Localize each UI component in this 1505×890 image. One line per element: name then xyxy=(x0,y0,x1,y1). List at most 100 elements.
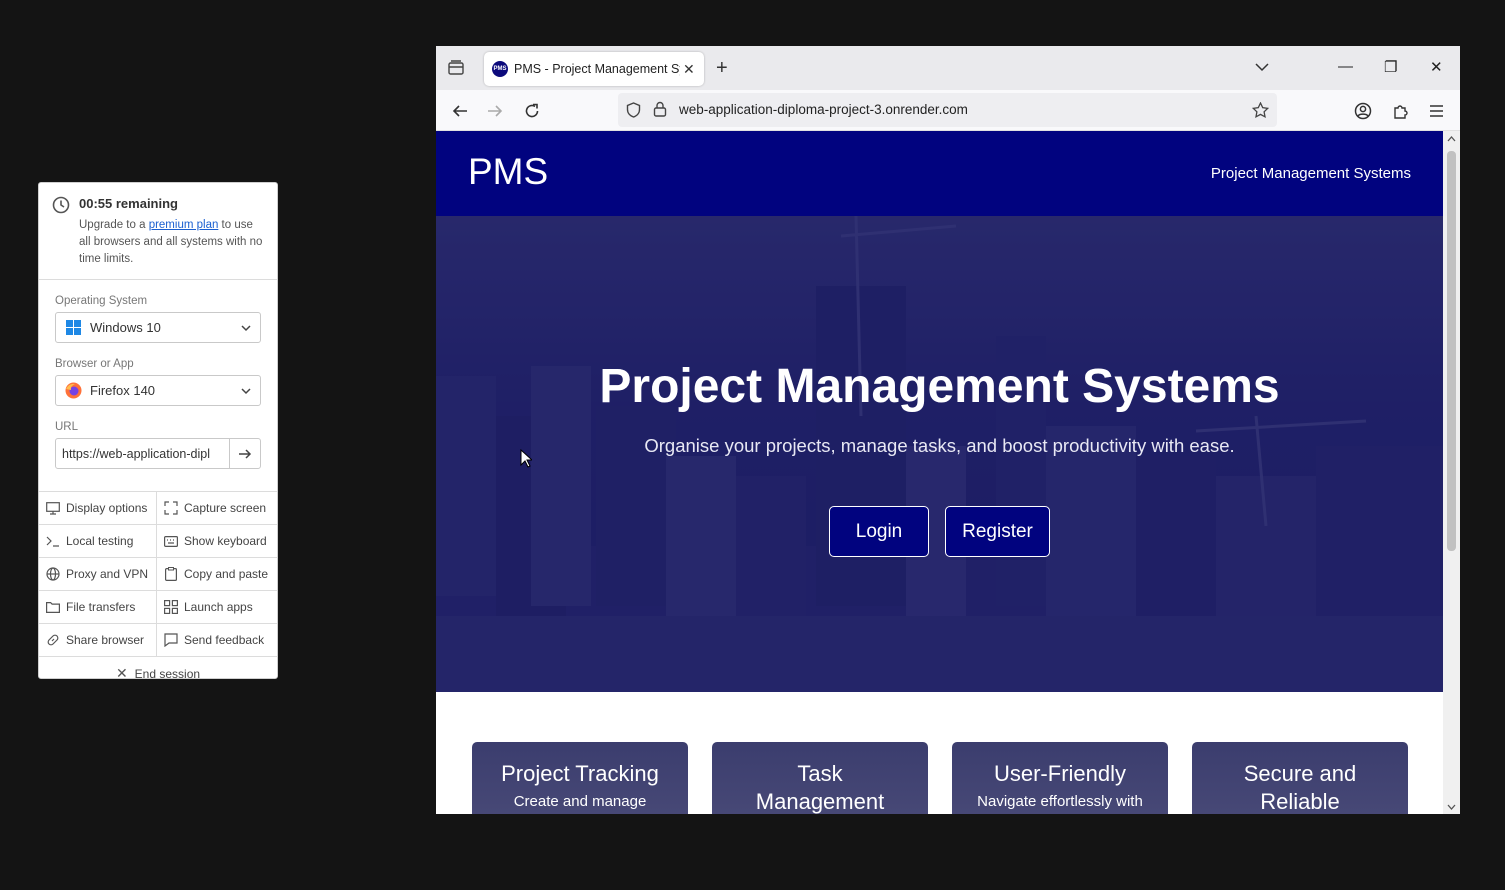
end-session-button[interactable]: ✕ End session xyxy=(39,657,277,679)
hero-title: Project Management Systems xyxy=(599,360,1280,413)
arrow-right-icon xyxy=(488,105,503,117)
send-feedback-button[interactable]: Send feedback xyxy=(157,624,277,657)
register-button[interactable]: Register xyxy=(945,506,1050,557)
scroll-up-icon[interactable] xyxy=(1447,135,1456,142)
restore-button[interactable]: ❐ xyxy=(1384,58,1397,76)
windows-icon xyxy=(65,319,82,336)
session-settings: Operating System Windows 10 Browser or A… xyxy=(39,280,277,492)
launch-apps-button[interactable]: Launch apps xyxy=(157,591,277,624)
site-brand[interactable]: PMS xyxy=(468,151,548,193)
terminal-icon xyxy=(45,534,60,549)
link-icon xyxy=(45,633,60,648)
feature-title: Task Management xyxy=(755,761,885,814)
end-session-label: End session xyxy=(134,666,201,679)
scroll-down-icon[interactable] xyxy=(1447,804,1456,811)
folder-icon xyxy=(45,600,60,615)
display-options-button[interactable]: Display options xyxy=(39,492,157,525)
chat-bubble-icon xyxy=(163,633,178,648)
account-button[interactable] xyxy=(1354,102,1372,120)
keyboard-icon xyxy=(163,534,178,549)
url-input[interactable]: https://web-application-dipl xyxy=(56,447,229,461)
account-icon xyxy=(1354,102,1372,120)
chevron-down-icon xyxy=(241,325,251,332)
upgrade-text-pre: Upgrade to a xyxy=(79,219,149,231)
feature-title: Secure and Reliable xyxy=(1243,761,1357,814)
share-browser-button[interactable]: Share browser xyxy=(39,624,157,657)
back-button[interactable] xyxy=(451,102,469,120)
proxy-vpn-button[interactable]: Proxy and VPN xyxy=(39,558,157,591)
action-label: Send feedback xyxy=(184,633,265,647)
local-testing-button[interactable]: Local testing xyxy=(39,525,157,558)
arrow-left-icon xyxy=(452,105,467,117)
chevron-down-icon xyxy=(241,388,251,395)
reload-button[interactable] xyxy=(523,102,541,120)
address-bar[interactable]: web-application-diploma-project-3.onrend… xyxy=(618,93,1277,127)
os-label: Operating System xyxy=(55,295,148,307)
shield-icon[interactable] xyxy=(626,102,641,118)
nav-bar: web-application-diploma-project-3.onrend… xyxy=(436,90,1460,131)
mouse-cursor-icon xyxy=(520,449,532,468)
capture-screen-button[interactable]: Capture screen xyxy=(157,492,277,525)
list-all-tabs-icon[interactable] xyxy=(1255,60,1269,74)
feature-card: User-Friendly Navigate effortlessly with xyxy=(952,742,1168,814)
star-bookmark-icon[interactable] xyxy=(1252,102,1269,119)
os-select[interactable]: Windows 10 xyxy=(55,312,261,343)
os-value: Windows 10 xyxy=(90,320,161,335)
feature-desc: Navigate effortlessly with xyxy=(977,793,1143,810)
new-tab-button[interactable]: + xyxy=(716,57,728,80)
file-transfers-button[interactable]: File transfers xyxy=(39,591,157,624)
feature-title: Project Tracking xyxy=(501,761,659,786)
premium-plan-link[interactable]: premium plan xyxy=(149,219,219,231)
feature-card: Secure and Reliable xyxy=(1192,742,1408,814)
login-button[interactable]: Login xyxy=(829,506,929,557)
tab-list-icon[interactable] xyxy=(447,59,465,77)
action-label: Display options xyxy=(66,501,148,515)
minimize-button[interactable]: — xyxy=(1338,58,1353,75)
pms-favicon-icon: PMS xyxy=(492,61,508,77)
url-field: https://web-application-dipl xyxy=(55,438,261,469)
browser-label: Browser or App xyxy=(55,358,134,370)
browser-value: Firefox 140 xyxy=(90,383,156,398)
reload-icon xyxy=(525,103,539,118)
menu-button[interactable] xyxy=(1427,102,1445,120)
scrollbar-thumb[interactable] xyxy=(1447,151,1456,551)
action-label: Show keyboard xyxy=(184,534,267,548)
action-grid: Display options Capture screen Local tes… xyxy=(39,492,277,657)
browser-window: PMS PMS - Project Management Systems ✕ +… xyxy=(436,46,1460,814)
lock-icon[interactable] xyxy=(653,101,667,117)
forward-button[interactable] xyxy=(486,102,504,120)
show-keyboard-button[interactable]: Show keyboard xyxy=(157,525,277,558)
tab-close-icon[interactable]: ✕ xyxy=(683,61,695,78)
tab-bar: PMS PMS - Project Management Systems ✕ +… xyxy=(436,46,1460,90)
clipboard-icon xyxy=(163,567,178,582)
header-nav-link[interactable]: Project Management Systems xyxy=(1211,165,1411,182)
timer-title: 00:55 remaining xyxy=(79,196,178,211)
session-timer: 00:55 remaining Upgrade to a premium pla… xyxy=(39,183,277,280)
monitor-icon xyxy=(45,501,60,516)
action-label: File transfers xyxy=(66,600,136,614)
action-label: Share browser xyxy=(66,633,145,647)
feature-card: Task Management xyxy=(712,742,928,814)
url-text: web-application-diploma-project-3.onrend… xyxy=(679,102,968,117)
hero-section: Project Management Systems Organise your… xyxy=(436,216,1443,692)
tab-title: PMS - Project Management Systems xyxy=(514,62,680,76)
hamburger-menu-icon xyxy=(1429,105,1443,117)
feature-title: User-Friendly xyxy=(993,761,1127,786)
action-label: Local testing xyxy=(66,534,134,548)
session-panel: 00:55 remaining Upgrade to a premium pla… xyxy=(38,182,278,679)
clock-icon xyxy=(52,196,70,214)
tab-active[interactable]: PMS PMS - Project Management Systems ✕ xyxy=(484,52,704,86)
upgrade-text: Upgrade to a premium plan to use all bro… xyxy=(79,217,265,268)
features-section: Project Tracking Create and manage Task … xyxy=(436,742,1443,814)
close-window-button[interactable]: ✕ xyxy=(1430,58,1443,76)
firefox-icon xyxy=(65,382,82,399)
extensions-button[interactable] xyxy=(1391,102,1409,120)
page-viewport: PMS Project Management Systems Project M… xyxy=(436,131,1443,814)
globe-icon xyxy=(45,567,60,582)
action-label: Launch apps xyxy=(184,600,253,614)
feature-desc: Create and manage xyxy=(513,793,647,810)
page-scrollbar[interactable] xyxy=(1443,131,1460,814)
browser-select[interactable]: Firefox 140 xyxy=(55,375,261,406)
go-button[interactable] xyxy=(229,439,260,468)
copy-paste-button[interactable]: Copy and paste xyxy=(157,558,277,591)
